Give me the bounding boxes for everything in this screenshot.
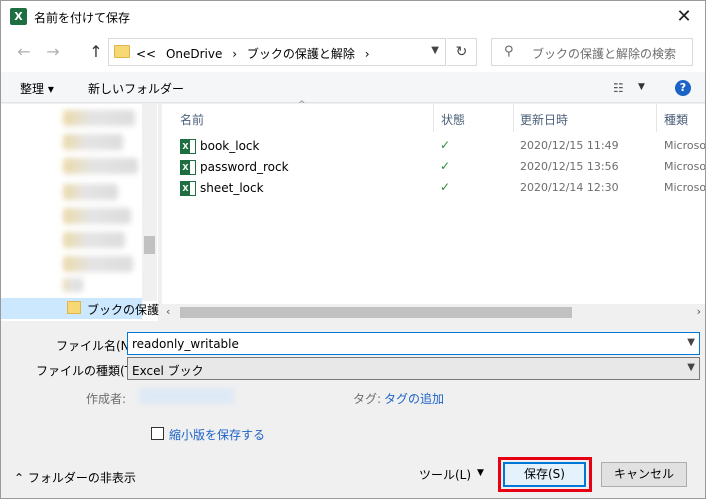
file-modified: 2020/12/14 12:30 <box>520 181 619 194</box>
chevron-down-icon[interactable]: ▼ <box>431 45 439 56</box>
file-list: ^ 名前 状態 更新日時 種類 book_lock ✓ 2020/12/15 1… <box>162 100 705 321</box>
blurred-nav-item[interactable] <box>63 208 131 224</box>
hide-folders-label: フォルダーの非表示 <box>27 471 136 485</box>
navpane-scrollbar[interactable] <box>142 104 157 301</box>
navpane-scroll-thumb[interactable] <box>144 236 155 254</box>
file-type: Microsoft <box>664 139 705 152</box>
column-header-status[interactable]: 状態 <box>441 111 465 128</box>
chevron-down-icon[interactable]: ▼ <box>477 468 484 478</box>
up-arrow-icon[interactable]: ↑ <box>85 41 107 63</box>
nav-item-selected-folder[interactable]: ブックの保護 <box>1 298 159 319</box>
filetype-value: Excel ブック <box>132 364 204 378</box>
chevron-down-icon[interactable]: ▼ <box>638 82 645 92</box>
window-title: 名前を付けて保存 <box>34 11 131 25</box>
column-header-type[interactable]: 種類 <box>664 111 688 128</box>
filetype-select[interactable]: Excel ブック ▼ <box>127 357 700 380</box>
column-divider[interactable] <box>433 104 434 132</box>
blurred-nav-item[interactable] <box>63 158 138 174</box>
save-thumbnail-label[interactable]: 縮小版を保存する <box>169 426 265 443</box>
file-name: sheet_lock <box>200 181 264 195</box>
breadcrumb-overflow[interactable]: << <box>136 47 156 61</box>
chevron-up-icon: ⌃ <box>14 471 28 485</box>
file-modified: 2020/12/15 13:56 <box>520 160 619 173</box>
chevron-down-icon[interactable]: ▼ <box>687 337 695 348</box>
filetype-label: ファイルの種類(T): <box>36 364 141 378</box>
breadcrumb-separator[interactable]: › <box>365 47 370 61</box>
add-tag-link[interactable]: タグの追加 <box>384 390 444 407</box>
navigation-pane: ブックの保護 <box>1 104 159 321</box>
file-type: Microsoft <box>664 181 705 194</box>
view-options-icon[interactable]: ☷ <box>613 81 624 95</box>
cancel-button[interactable]: キャンセル <box>601 462 687 487</box>
file-name: password_rock <box>200 160 289 174</box>
search-input[interactable]: ⚲ ブックの保護と解除の検索 <box>491 38 693 66</box>
author-value[interactable] <box>139 388 234 404</box>
horizontal-scrollbar[interactable]: ‹ › <box>162 304 705 321</box>
excel-app-icon: X <box>10 8 27 25</box>
sort-up-icon: ^ <box>298 100 306 110</box>
author-label: 作成者: <box>86 392 127 406</box>
save-as-dialog: X 名前を付けて保存 ✕ ← → ↑ << OneDrive › ブックの保護と… <box>0 0 706 499</box>
column-divider[interactable] <box>513 104 514 132</box>
file-row[interactable]: book_lock ✓ 2020/12/15 11:49 Microsoft <box>176 136 705 157</box>
help-icon[interactable]: ? <box>675 80 691 96</box>
sync-status-icon: ✓ <box>440 159 451 173</box>
tags-label: タグ: <box>353 392 382 406</box>
folder-icon <box>114 45 130 58</box>
excel-file-icon <box>180 139 196 154</box>
filename-value: readonly_writable <box>132 337 239 351</box>
sync-status-icon: ✓ <box>440 180 451 194</box>
new-folder-button[interactable]: 新しいフォルダー <box>88 80 184 97</box>
navigation-bar: ← → ↑ << OneDrive › ブックの保護と解除 › ▼ ↻ ⚲ ブッ… <box>1 32 705 72</box>
scroll-left-icon[interactable]: ‹ <box>166 305 170 318</box>
command-toolbar: 整理 ▾ 新しいフォルダー ☷ ▼ ? <box>1 72 705 103</box>
file-name: book_lock <box>200 139 260 153</box>
file-modified: 2020/12/15 11:49 <box>520 139 619 152</box>
forward-arrow-icon[interactable]: → <box>42 41 64 63</box>
search-icon: ⚲ <box>504 44 514 59</box>
blurred-nav-item[interactable] <box>63 110 135 126</box>
nav-item-label: ブックの保護 <box>87 303 160 317</box>
title-bar: X 名前を付けて保存 ✕ <box>1 1 705 32</box>
filename-field[interactable]: readonly_writable ▼ <box>127 332 700 355</box>
chevron-down-icon[interactable]: ▼ <box>687 362 695 373</box>
breadcrumb-onedrive[interactable]: OneDrive <box>166 47 222 61</box>
column-divider[interactable] <box>656 104 657 132</box>
sync-status-icon: ✓ <box>440 138 451 152</box>
save-thumbnail-checkbox[interactable] <box>151 427 164 440</box>
blurred-nav-item[interactable] <box>63 232 125 248</box>
excel-file-icon <box>180 160 196 175</box>
blurred-nav-item[interactable] <box>63 134 123 150</box>
address-bar[interactable]: << OneDrive › ブックの保護と解除 › ▼ <box>108 38 446 66</box>
hide-folders-button[interactable]: ⌃ フォルダーの非表示 <box>14 469 136 486</box>
column-header-modified[interactable]: 更新日時 <box>520 111 568 128</box>
file-row[interactable]: password_rock ✓ 2020/12/15 13:56 Microso… <box>176 157 705 178</box>
blurred-nav-item[interactable] <box>63 256 133 272</box>
organize-button[interactable]: 整理 ▾ <box>20 80 54 97</box>
scroll-right-icon[interactable]: › <box>697 305 701 318</box>
blurred-nav-item[interactable] <box>63 278 83 292</box>
close-button[interactable]: ✕ <box>669 3 699 30</box>
file-row[interactable]: sheet_lock ✓ 2020/12/14 12:30 Microsoft <box>176 178 705 199</box>
tools-button[interactable]: ツール(L) <box>419 466 471 483</box>
refresh-button[interactable]: ↻ <box>447 38 477 66</box>
save-button[interactable]: 保存(S) <box>503 462 586 487</box>
breadcrumb-separator[interactable]: › <box>232 47 237 61</box>
excel-file-icon <box>180 181 196 196</box>
horizontal-scroll-thumb[interactable] <box>180 307 572 318</box>
file-type: Microsoft <box>664 160 705 173</box>
breadcrumb-current-folder[interactable]: ブックの保護と解除 <box>247 47 355 61</box>
search-placeholder: ブックの保護と解除の検索 <box>532 47 677 61</box>
breadcrumb: << OneDrive › ブックの保護と解除 › <box>136 45 376 62</box>
blurred-nav-item[interactable] <box>63 184 118 200</box>
folder-icon <box>67 301 81 314</box>
back-arrow-icon[interactable]: ← <box>13 41 35 63</box>
column-header-name[interactable]: 名前 <box>180 111 204 128</box>
